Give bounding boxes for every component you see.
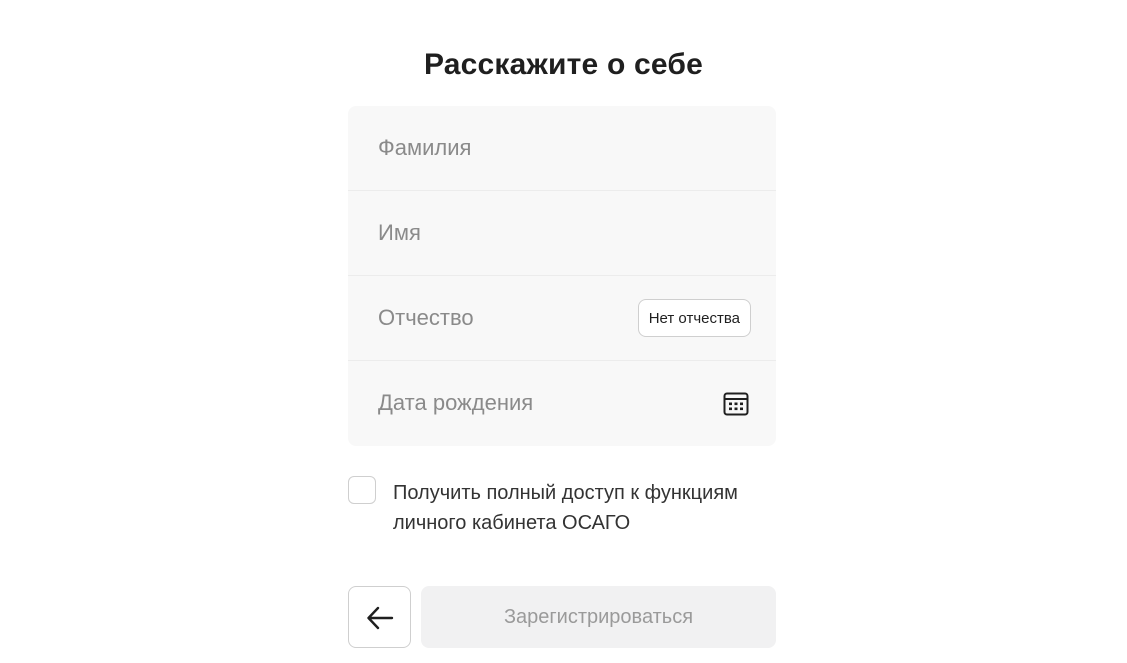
calendar-button[interactable] <box>722 390 750 418</box>
full-access-checkbox[interactable] <box>348 476 376 504</box>
registration-page: Расскажите о себе Нет отчества <box>0 0 1127 663</box>
register-button[interactable]: Зарегистрироваться <box>421 586 776 648</box>
full-access-label[interactable]: Получить полный доступ к функциям личног… <box>393 478 773 538</box>
patronymic-row: Нет отчества <box>348 276 776 361</box>
back-button[interactable] <box>348 586 411 648</box>
first-name-row <box>348 191 776 276</box>
birth-date-row <box>348 361 776 445</box>
calendar-icon <box>723 392 749 416</box>
consent-block: Получить полный доступ к функциям личног… <box>348 476 776 540</box>
first-name-input[interactable] <box>348 191 776 275</box>
personal-info-form: Нет отчества <box>348 106 776 446</box>
no-patronymic-button[interactable]: Нет отчества <box>637 299 751 337</box>
birth-date-input[interactable] <box>348 361 776 445</box>
last-name-row <box>348 106 776 191</box>
arrow-left-icon <box>367 606 394 630</box>
page-title: Расскажите о себе <box>423 48 704 82</box>
last-name-input[interactable] <box>348 106 776 190</box>
